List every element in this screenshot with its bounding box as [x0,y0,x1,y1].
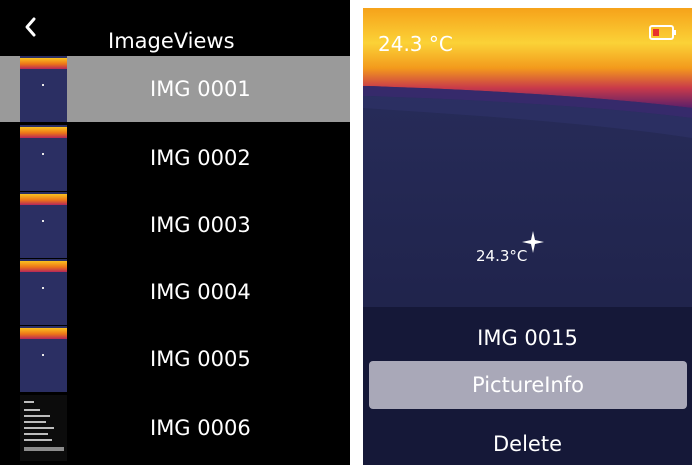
image-thumbnail [20,326,67,392]
image-thumbnail [20,125,67,191]
thermal-image-viewer: 24.3 °C 24.3°C IMG 0015 PictureInfo Dele… [363,8,692,465]
list-item[interactable]: IMG 0006 [0,395,350,461]
list-item[interactable]: IMG 0001 [0,56,350,122]
menu-item-filename[interactable]: IMG 0015 [363,314,692,362]
image-thumbnail [20,395,67,461]
list-item-label: IMG 0006 [150,416,251,440]
list-item[interactable]: IMG 0004 [0,259,350,325]
list-header: ImageViews [0,0,350,53]
battery-icon [649,25,677,40]
list-item-label: IMG 0005 [150,347,251,371]
list-item-label: IMG 0004 [150,280,251,304]
image-thumbnail [20,259,67,325]
spot-temperature-readout: 24.3°C [476,247,528,265]
image-thumbnail [20,192,67,258]
image-list-panel: ImageViews IMG 0001 IMG 0002 IMG 0003 IM… [0,0,350,465]
back-button[interactable] [18,14,44,40]
list-item[interactable]: IMG 0003 [0,192,350,258]
list-item[interactable]: IMG 0002 [0,125,350,191]
max-temperature-readout: 24.3 °C [378,32,453,56]
list-item[interactable]: IMG 0005 [0,326,350,392]
image-thumbnail [20,56,67,122]
page-title: ImageViews [108,29,235,53]
list-item-label: IMG 0003 [150,213,251,237]
menu-item-picture-info[interactable]: PictureInfo [369,361,687,409]
list-item-label: IMG 0001 [150,77,251,101]
chevron-left-icon [25,17,36,37]
menu-item-delete[interactable]: Delete [363,420,692,465]
list-item-label: IMG 0002 [150,146,251,170]
